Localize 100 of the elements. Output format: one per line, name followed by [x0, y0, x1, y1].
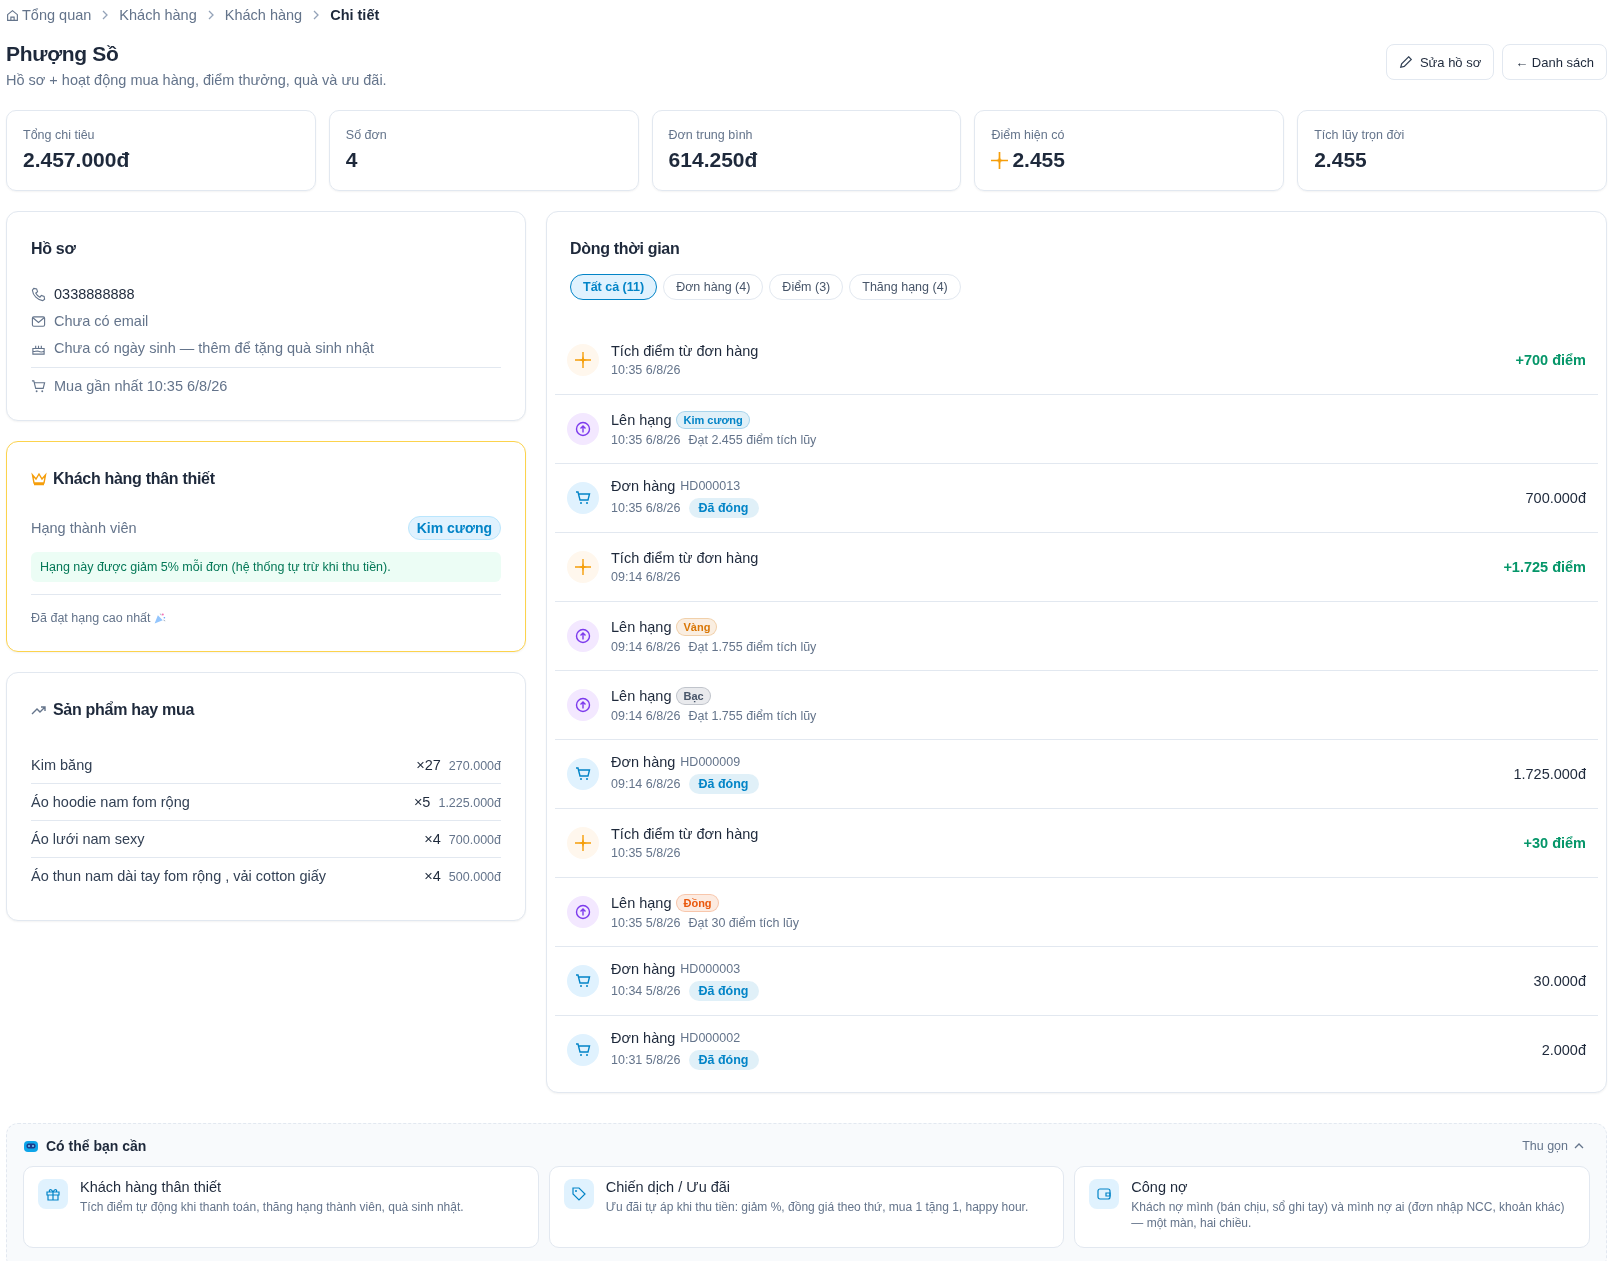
event-detail: Đạt 1.755 điểm tích lũy — [688, 709, 817, 723]
arrow-up-circle-icon — [567, 896, 599, 928]
cart-icon — [567, 965, 599, 997]
phone-icon — [31, 286, 46, 302]
product-amount: 700.000đ — [448, 833, 501, 847]
stat-label: Số đơn — [345, 128, 388, 142]
event-detail: Đạt 2.455 điểm tích lũy — [688, 433, 817, 447]
status-badge: Đã đóng — [688, 498, 759, 518]
collapse-button[interactable]: Thu gọn — [1516, 1138, 1590, 1154]
breadcrumb-link[interactable]: Khách hàng — [224, 7, 303, 23]
stat-value: 4 — [345, 148, 358, 172]
profile-text: Mua gần nhất 10:35 6/8/26 — [54, 378, 228, 394]
order-code: HD000002 — [680, 1031, 741, 1045]
arrow-up-circle-icon — [567, 413, 599, 445]
page-title: Phượng Sồ — [6, 42, 120, 66]
breadcrumb-link[interactable]: Chi tiết — [330, 7, 380, 23]
section-title: Có thể bạn cần — [46, 1138, 147, 1154]
arrow-up-circle-icon — [567, 620, 599, 652]
chevron-icon — [101, 10, 110, 20]
cart-icon — [567, 1034, 599, 1066]
filter-tab[interactable]: Điểm (3) — [769, 274, 844, 300]
event-time: 10:31 5/8/26 — [611, 1053, 681, 1067]
suggestion-card[interactable]: Công nợ Khách nợ mình (bán chịu, sổ ghi tay) và mình nợ ai (đơn nhập NCC, khoản khác) — một màn, hai chiều. — [1074, 1166, 1590, 1248]
suggestion-title: Chiến dịch / Ưu đãi — [605, 1179, 732, 1195]
event-title: Tích điểm từ đơn hàng — [611, 826, 759, 842]
suggestion-title: Khách hàng thân thiết — [80, 1179, 223, 1195]
event-title: Đơn hàng — [611, 1030, 676, 1046]
filter-tab[interactable]: Tất cả (11) — [570, 274, 658, 300]
stat-value: 2.455 — [1012, 148, 1065, 172]
crown-icon — [31, 472, 47, 486]
status-badge: Đã đóng — [688, 774, 759, 794]
stat-value: 2.457.000đ — [23, 148, 130, 172]
product-quantity: ×27 — [416, 757, 441, 773]
profile-text: 0338888888 — [54, 286, 135, 302]
event-amount: +30 điểm — [1523, 835, 1586, 851]
suggestion-card[interactable]: Khách hàng thân thiết Tích điểm tự động khi thanh toán, thăng hạng thành viên, quà sinh nhật. — [23, 1166, 539, 1248]
edit-button[interactable]: Sửa hồ sơ — [1385, 44, 1495, 80]
suggestion-card[interactable]: Chiến dịch / Ưu đãi Ưu đãi tự áp khi thu tiền: giảm %, đồng giá theo thứ, mua 1 tặng 1, happy hour. — [548, 1166, 1065, 1248]
stat-label: Đơn trung bình — [668, 128, 754, 142]
cart-icon — [567, 758, 599, 790]
rank-label: Hạng thành viên — [31, 520, 137, 536]
stat-value: 2.455 — [1314, 148, 1367, 172]
home-icon — [6, 8, 19, 22]
tag-icon — [563, 1179, 594, 1209]
event-time: 09:14 6/8/26 — [611, 640, 681, 654]
card-title: Sản phẩm hay mua — [53, 701, 195, 719]
event-detail: Đạt 30 điểm tích lũy — [688, 916, 799, 930]
trend-icon — [31, 704, 47, 716]
event-title: Lên hạng — [611, 895, 672, 911]
order-code: HD000009 — [680, 755, 741, 769]
event-time: 10:34 5/8/26 — [611, 984, 681, 998]
event-title: Tích điểm từ đơn hàng — [611, 550, 759, 566]
tier-badge: Đồng — [676, 894, 719, 912]
sparkle-icon — [567, 344, 599, 376]
cart-icon — [567, 482, 599, 514]
status-badge: Đã đóng — [688, 981, 759, 1001]
event-title: Lên hạng — [611, 688, 672, 704]
cart-icon — [31, 378, 46, 394]
card-title: Dòng thời gian — [570, 240, 681, 258]
profile-text: Chưa có ngày sinh — thêm để tặng quà sinh nhật — [54, 340, 375, 356]
card-title: Hồ sơ — [31, 240, 77, 258]
stat-label: Tổng chi tiêu — [23, 128, 96, 142]
tier-badge: Kim cương — [676, 411, 750, 429]
rank-badge: Kim cương — [407, 516, 501, 540]
breadcrumb-link[interactable]: Khách hàng — [119, 7, 197, 23]
filter-tab[interactable]: Đơn hàng (4) — [663, 274, 764, 300]
chevron-icon — [312, 10, 321, 20]
chevron-icon — [206, 10, 215, 20]
product-name: Kim băng — [31, 757, 94, 773]
stat-value: 614.250đ — [668, 148, 758, 172]
product-amount: 500.000đ — [448, 870, 501, 884]
pencil-icon — [1398, 55, 1413, 69]
event-title: Tích điểm từ đơn hàng — [611, 343, 759, 359]
suggestion-description: Khách nợ mình (bán chịu, sổ ghi tay) và mình nợ ai (đơn nhập NCC, khoản khác) — một màn, hai chiều. — [1131, 1199, 1566, 1232]
order-code: HD000003 — [680, 962, 741, 976]
tier-status-text: Đã đạt hạng cao nhất — [31, 611, 151, 625]
product-quantity: ×4 — [424, 868, 441, 884]
product-quantity: ×4 — [424, 831, 441, 847]
suggestion-title: Công nợ — [1131, 1179, 1189, 1195]
stat-label: Tích lũy trọn đời — [1314, 128, 1406, 142]
party-popper-icon — [152, 611, 166, 625]
event-amount: 700.000đ — [1525, 490, 1586, 506]
event-time: 10:35 6/8/26 — [611, 501, 681, 515]
event-time: 10:35 6/8/26 — [611, 433, 681, 447]
event-title: Lên hạng — [611, 412, 672, 428]
order-code: HD000013 — [680, 479, 741, 493]
product-quantity: ×5 — [413, 794, 431, 810]
card-title: Khách hàng thân thiết — [53, 470, 215, 488]
back-button[interactable]: ← Danh sách — [1502, 44, 1607, 80]
event-time: 10:35 5/8/26 — [611, 846, 681, 860]
suggestion-description: Tích điểm tự động khi thanh toán, thăng hạng thành viên, quà sinh nhật. — [80, 1199, 464, 1216]
filter-tab[interactable]: Thăng hạng (4) — [849, 274, 961, 300]
breadcrumb-link[interactable]: Tổng quan — [22, 7, 92, 23]
event-time: 10:35 5/8/26 — [611, 916, 681, 930]
event-amount: 1.725.000đ — [1513, 766, 1586, 782]
sparkle-icon — [991, 151, 1009, 169]
profile-text: Chưa có email — [54, 313, 149, 329]
product-amount: 1.225.000đ — [438, 796, 501, 810]
sparkle-icon — [567, 551, 599, 583]
status-badge: Đã đóng — [688, 1050, 759, 1070]
